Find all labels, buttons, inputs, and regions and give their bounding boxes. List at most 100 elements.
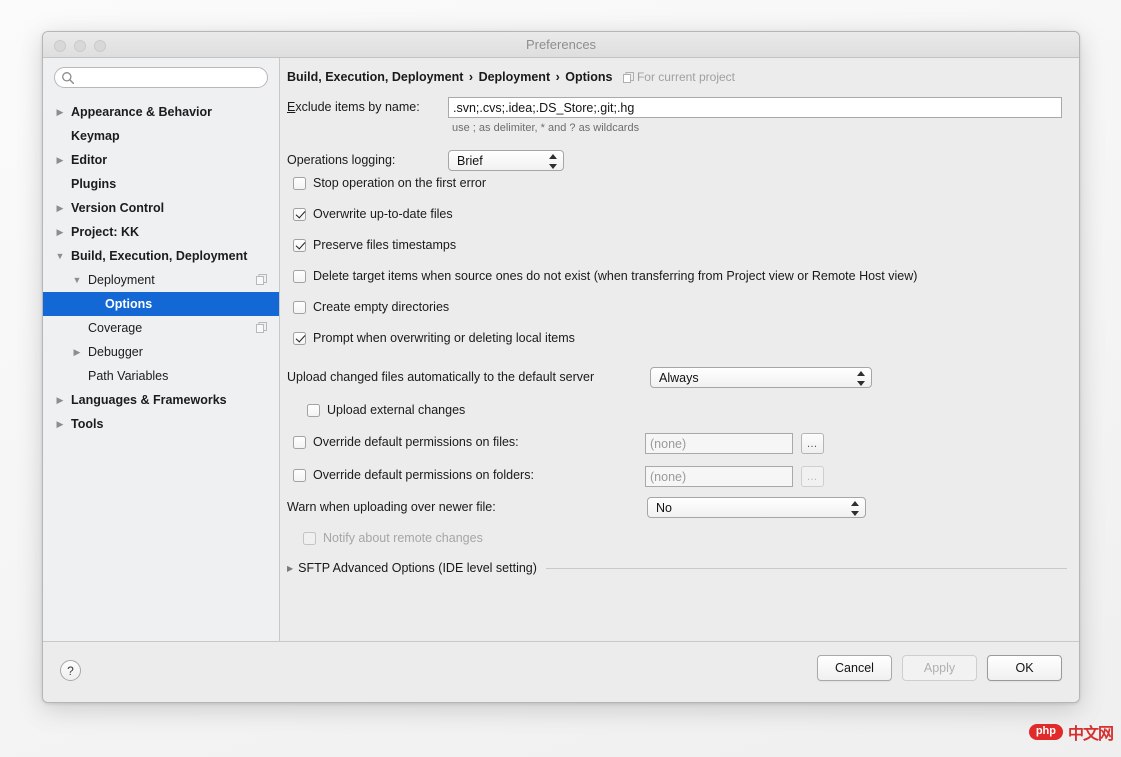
dialog-footer: ? Cancel Apply OK [43, 641, 1079, 702]
chevron-right-icon[interactable]: ▶ [53, 153, 67, 167]
sidebar-item-label: Keymap [71, 129, 120, 143]
checkbox-label-0: Stop operation on the first error [313, 176, 487, 190]
notify-remote-changes-checkbox[interactable] [303, 531, 316, 545]
breadcrumb-part-2[interactable]: Deployment [479, 70, 551, 84]
sidebar-item-deployment[interactable]: ▼ Deployment [43, 268, 279, 292]
sidebar-item-tools[interactable]: ▶ Tools [43, 412, 279, 436]
settings-tree: ▶ Appearance & Behavior Keymap ▶ Editor Plugi… [43, 100, 279, 436]
chevron-right-icon[interactable]: ▶ [53, 201, 67, 215]
exclude-items-input[interactable] [448, 97, 1062, 118]
checkbox-1[interactable] [293, 207, 306, 221]
stepper-arrows-icon [548, 154, 557, 169]
sidebar-item-label: Editor [71, 153, 108, 167]
chevron-right-icon[interactable]: ▶ [53, 417, 67, 431]
override-files-browse-button[interactable]: … [801, 433, 824, 454]
checkbox-row-0[interactable]: Stop operation on the first error [293, 176, 486, 190]
sidebar-item-label: Version Control [71, 201, 165, 215]
sidebar-item-label: Deployment [88, 273, 155, 287]
help-button[interactable]: ? [60, 660, 81, 681]
watermark-text: 中文网 [1067, 724, 1114, 743]
checkbox-row-1[interactable]: Overwrite up-to-date files [293, 207, 453, 221]
ok-button[interactable]: OK [987, 655, 1062, 681]
screen: Preferences ▶ Appearance & Behavior Keymap… [0, 0, 1121, 757]
warn-newer-select[interactable]: No [647, 497, 866, 518]
override-files-label: Override default permissions on files: [313, 435, 519, 449]
chevron-right-icon[interactable]: ▶ [53, 225, 67, 239]
sftp-advanced-options-section[interactable]: ▶ SFTP Advanced Options (IDE level setti… [287, 561, 1067, 575]
override-folders-row[interactable]: Override default permissions on folders: [293, 468, 534, 482]
operations-logging-label: Operations logging: [287, 153, 396, 167]
sidebar-item-project-kk[interactable]: ▶ Project: KK [43, 220, 279, 244]
sidebar-item-path-variables[interactable]: Path Variables [43, 364, 279, 388]
override-folders-input[interactable] [645, 466, 793, 487]
twisty-glyph: ▶ [56, 394, 64, 405]
project-scope-icon [256, 274, 267, 285]
override-folders-browse-button[interactable]: … [801, 466, 824, 487]
checkbox-2[interactable] [293, 238, 306, 252]
breadcrumb-part-1[interactable]: Build, Execution, Deployment [287, 70, 463, 84]
sidebar-item-label: Options [105, 297, 153, 311]
override-files-input[interactable] [645, 433, 793, 454]
breadcrumb-separator-2: › [555, 70, 560, 84]
watermark-badge: php [1028, 724, 1063, 740]
cancel-button[interactable]: Cancel [817, 655, 892, 681]
project-scope-icon [256, 322, 267, 333]
upload-auto-select[interactable]: Always [650, 367, 872, 388]
chevron-right-icon: ▶ [287, 563, 294, 573]
preferences-window: Preferences ▶ Appearance & Behavior Keymap… [42, 31, 1080, 703]
chevron-down-icon[interactable]: ▼ [53, 249, 67, 263]
sidebar-item-coverage[interactable]: Coverage [43, 316, 279, 340]
checkbox-0[interactable] [293, 176, 306, 190]
checkbox-label-5: Prompt when overwriting or deleting loca… [313, 331, 575, 345]
sidebar-item-label: Project: KK [71, 225, 140, 239]
breadcrumb-separator-1: › [468, 70, 474, 84]
twisty-glyph: ▼ [72, 274, 82, 285]
warn-newer-label: Warn when uploading over newer file: [287, 500, 496, 514]
checkbox-row-2[interactable]: Preserve files timestamps [293, 238, 456, 252]
sidebar-item-version-control[interactable]: ▶ Version Control [43, 196, 279, 220]
override-folders-label: Override default permissions on folders: [313, 468, 534, 482]
chevron-right-icon[interactable]: ▶ [53, 105, 67, 119]
chevron-right-icon[interactable]: ▶ [70, 345, 84, 359]
stepper-arrows-icon [850, 501, 859, 516]
search-field[interactable] [54, 67, 268, 88]
override-files-checkbox[interactable] [293, 435, 306, 449]
sidebar-item-label: Appearance & Behavior [71, 105, 213, 119]
checkbox-row-3[interactable]: Delete target items when source ones do … [293, 269, 917, 283]
breadcrumb: Build, Execution, Deployment › Deploymen… [287, 70, 735, 84]
search-icon [62, 72, 75, 85]
checkbox-label-1: Overwrite up-to-date files [313, 207, 453, 221]
operations-logging-select[interactable]: Brief [448, 150, 564, 171]
upload-auto-label: Upload changed files automatically to th… [287, 370, 595, 384]
sidebar-item-build-execution-deployment[interactable]: ▼ Build, Execution, Deployment [43, 244, 279, 268]
sidebar-item-editor[interactable]: ▶ Editor [43, 148, 279, 172]
override-folders-checkbox[interactable] [293, 468, 306, 482]
override-files-row[interactable]: Override default permissions on files: [293, 435, 519, 449]
sidebar-item-plugins[interactable]: Plugins [43, 172, 279, 196]
upload-external-changes-row[interactable]: Upload external changes [307, 403, 465, 417]
window-titlebar: Preferences [43, 32, 1079, 58]
search-input[interactable] [77, 68, 261, 87]
apply-button[interactable]: Apply [902, 655, 977, 681]
settings-sidebar: ▶ Appearance & Behavior Keymap ▶ Editor Plugi… [43, 58, 280, 669]
chevron-right-icon[interactable]: ▶ [53, 393, 67, 407]
twisty-glyph: ▼ [55, 250, 65, 261]
sidebar-item-debugger[interactable]: ▶ Debugger [43, 340, 279, 364]
checkbox-5[interactable] [293, 331, 306, 345]
dialog-buttons: Cancel Apply OK [817, 655, 1062, 681]
sidebar-item-options[interactable]: Options [43, 292, 279, 316]
checkbox-4[interactable] [293, 300, 306, 314]
for-current-project-note: For current project [622, 70, 735, 84]
notify-remote-changes-row[interactable]: Notify about remote changes [303, 531, 483, 545]
sidebar-item-keymap[interactable]: Keymap [43, 124, 279, 148]
twisty-glyph: ▶ [56, 154, 64, 165]
sidebar-item-appearance-behavior[interactable]: ▶ Appearance & Behavior [43, 100, 279, 124]
for-current-project-label: For current project [636, 70, 735, 84]
checkbox-row-5[interactable]: Prompt when overwriting or deleting loca… [293, 331, 575, 345]
sidebar-item-languages-frameworks[interactable]: ▶ Languages & Frameworks [43, 388, 279, 412]
sidebar-item-label: Tools [71, 417, 104, 431]
checkbox-row-4[interactable]: Create empty directories [293, 300, 449, 314]
upload-external-changes-checkbox[interactable] [307, 403, 320, 417]
chevron-down-icon[interactable]: ▼ [70, 273, 84, 287]
checkbox-3[interactable] [293, 269, 306, 283]
